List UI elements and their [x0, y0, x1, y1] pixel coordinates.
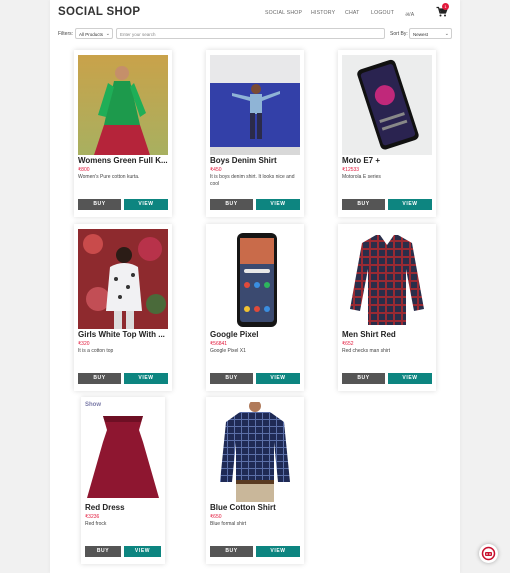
- search-input[interactable]: Enter your search: [116, 28, 385, 39]
- product-title[interactable]: Girls White Top With ...: [78, 330, 168, 339]
- nav-social-shop[interactable]: SOCIAL SHOP: [265, 10, 302, 16]
- product-price: ₹652: [342, 341, 354, 347]
- chevron-down-icon: ⌄: [105, 31, 110, 37]
- product-title[interactable]: Moto E7 +: [342, 156, 432, 165]
- product-card: Google Pixel ₹56841 Google Pixel X1 BUY …: [206, 224, 304, 391]
- view-button[interactable]: VIEW: [124, 546, 161, 557]
- buy-button[interactable]: BUY: [210, 546, 253, 557]
- filters-label: Filters:: [58, 31, 73, 37]
- product-description: Motorola E series: [342, 174, 381, 180]
- product-image[interactable]: [78, 229, 168, 329]
- product-description: Women's Pure cotton kurta.: [78, 174, 140, 180]
- buy-button[interactable]: BUY: [342, 373, 385, 384]
- view-button[interactable]: VIEW: [256, 199, 300, 210]
- product-card: Womens Green Full K... ₹800 Women's Pure…: [74, 50, 172, 217]
- product-description: Google Pixel X1: [210, 348, 246, 354]
- product-description: It is boys denim shirt. It looks nice an…: [210, 174, 295, 187]
- product-image[interactable]: [210, 229, 300, 329]
- page-container: SOCIAL SHOP SOCIAL SHOP HISTORY CHAT LOG…: [50, 0, 460, 573]
- product-price: ₹3236: [85, 514, 100, 520]
- product-card: Moto E7 + ₹12533 Motorola E series BUY V…: [338, 50, 436, 217]
- green-kurta-image: [94, 66, 150, 155]
- category-value: All Products: [79, 32, 104, 37]
- category-select[interactable]: All Products ⌄: [75, 28, 113, 39]
- product-description: Red frock: [85, 521, 107, 527]
- view-button[interactable]: VIEW: [388, 199, 432, 210]
- product-card: Blue Cotton Shirt ₹650 Blue formal shirt…: [206, 397, 304, 564]
- view-button[interactable]: VIEW: [388, 373, 432, 384]
- google-pixel-image: [237, 233, 277, 327]
- chevron-down-icon: ⌄: [444, 31, 449, 37]
- product-title[interactable]: Womens Green Full K...: [78, 156, 168, 165]
- buy-button[interactable]: BUY: [210, 199, 253, 210]
- product-card: Girls White Top With ... ₹320 It is a co…: [74, 224, 172, 391]
- view-button[interactable]: VIEW: [124, 199, 168, 210]
- nav-language[interactable]: अ/A: [405, 10, 414, 18]
- product-image[interactable]: [210, 55, 300, 155]
- product-card: Show Red Dress ₹3236 Red frock BUY VIEW: [81, 397, 165, 564]
- product-title[interactable]: Red Dress: [85, 503, 161, 512]
- product-title[interactable]: Boys Denim Shirt: [210, 156, 300, 165]
- product-title[interactable]: Blue Cotton Shirt: [210, 503, 300, 512]
- buy-button[interactable]: BUY: [85, 546, 121, 557]
- nav-logout[interactable]: LOGOUT: [371, 10, 394, 16]
- product-image[interactable]: [342, 55, 432, 155]
- buy-button[interactable]: BUY: [78, 199, 121, 210]
- sort-value: Newest: [413, 32, 429, 37]
- sort-select[interactable]: Newest ⌄: [409, 28, 452, 39]
- red-dress-image: [87, 416, 159, 498]
- view-button[interactable]: VIEW: [256, 546, 300, 557]
- show-badge[interactable]: Show: [85, 402, 101, 408]
- girls-top-image: [83, 234, 166, 329]
- buy-button[interactable]: BUY: [210, 373, 253, 384]
- blue-shirt-image: [220, 402, 290, 502]
- product-description: Blue formal shirt: [210, 521, 247, 527]
- product-price: ₹12533: [342, 167, 360, 173]
- buy-button[interactable]: BUY: [342, 199, 385, 210]
- buy-button[interactable]: BUY: [78, 373, 121, 384]
- product-price: ₹650: [210, 514, 222, 520]
- nav-chat[interactable]: CHAT: [345, 10, 360, 16]
- product-card: Men Shirt Red ₹652 Red checks man shirt …: [338, 224, 436, 391]
- nav-history[interactable]: HISTORY: [311, 10, 335, 16]
- sort-label: Sort By:: [390, 31, 408, 37]
- chat-bot-button[interactable]: [479, 544, 498, 563]
- denim-shirt-image: [210, 55, 300, 155]
- product-image[interactable]: [85, 402, 161, 502]
- product-price: ₹450: [210, 167, 222, 173]
- product-title[interactable]: Google Pixel: [210, 330, 300, 339]
- view-button[interactable]: VIEW: [124, 373, 168, 384]
- chat-bot-icon: [481, 546, 496, 561]
- view-button[interactable]: VIEW: [256, 373, 300, 384]
- cart-count-badge: 1: [442, 3, 449, 10]
- product-price: ₹320: [78, 341, 90, 347]
- filter-bar: Filters: All Products ⌄ Enter your searc…: [50, 27, 460, 43]
- product-price: ₹800: [78, 167, 90, 173]
- red-check-shirt-image: [350, 235, 424, 325]
- product-image[interactable]: [210, 402, 300, 502]
- product-description: Red checks man shirt: [342, 348, 391, 354]
- brand-logo[interactable]: SOCIAL SHOP: [58, 6, 140, 18]
- product-description: It is a cotton top: [78, 348, 114, 354]
- product-image[interactable]: [342, 229, 432, 329]
- moto-phone-image: [357, 59, 419, 150]
- product-title[interactable]: Men Shirt Red: [342, 330, 432, 339]
- product-image[interactable]: [78, 55, 168, 155]
- product-price: ₹56841: [210, 341, 228, 347]
- product-card: Boys Denim Shirt ₹450 It is boys denim s…: [206, 50, 304, 217]
